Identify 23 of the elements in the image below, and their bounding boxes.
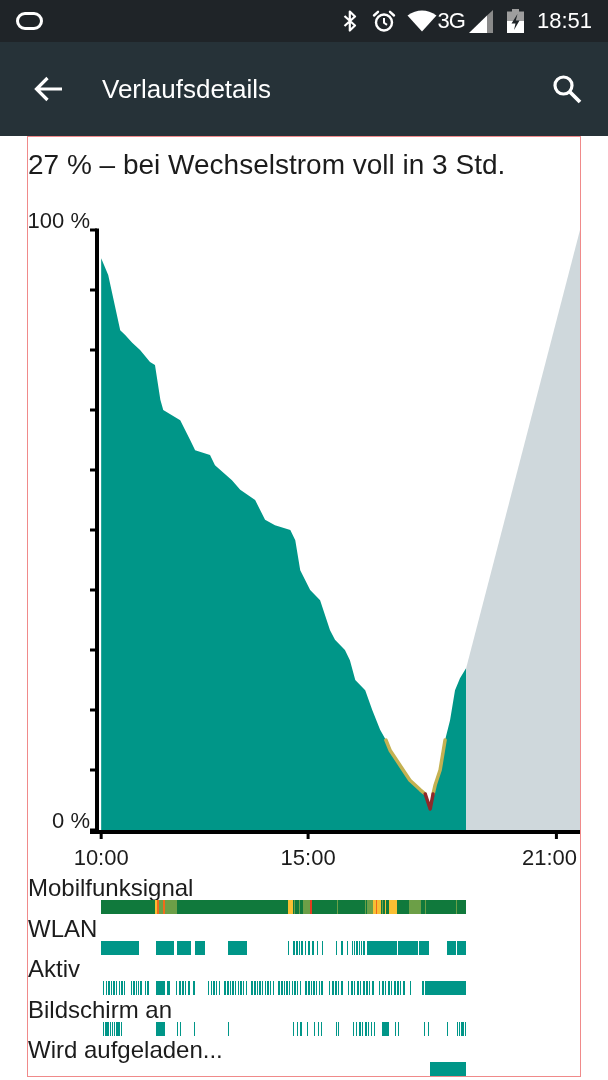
signal-strength-icon	[468, 9, 493, 33]
network-type-label: 3G	[437, 8, 465, 34]
alarm-clock-icon	[371, 10, 396, 32]
track-label: Wird aufgeladen...	[28, 1038, 224, 1062]
battery-charging-icon	[506, 9, 524, 33]
oval-outline-icon	[16, 12, 43, 30]
status-time: 18:51	[536, 8, 592, 34]
x-tick-label: 10:00	[73, 845, 129, 870]
activity-timeline-drawing	[430, 1062, 466, 1076]
charge-summary: 27 % – bei Wechselstrom voll in 3 Std.	[28, 148, 507, 182]
track-label: WLAN	[28, 916, 99, 941]
track-label: Mobilfunksignal	[28, 876, 195, 900]
track-label: Aktiv	[28, 957, 81, 981]
search-icon[interactable]	[552, 74, 582, 104]
x-tick-label: 15:00	[280, 845, 336, 870]
screen-title: Verlaufsdetails	[102, 73, 272, 105]
x-tick-label: 21:00	[521, 845, 577, 870]
wifi-icon	[406, 10, 437, 32]
y-tick-label: 0 %	[52, 807, 90, 833]
back-arrow-icon[interactable]	[33, 76, 63, 102]
y-tick-label: 100 %	[28, 207, 90, 233]
track-label: Bildschirm an	[28, 997, 174, 1022]
bluetooth-icon	[342, 10, 357, 32]
